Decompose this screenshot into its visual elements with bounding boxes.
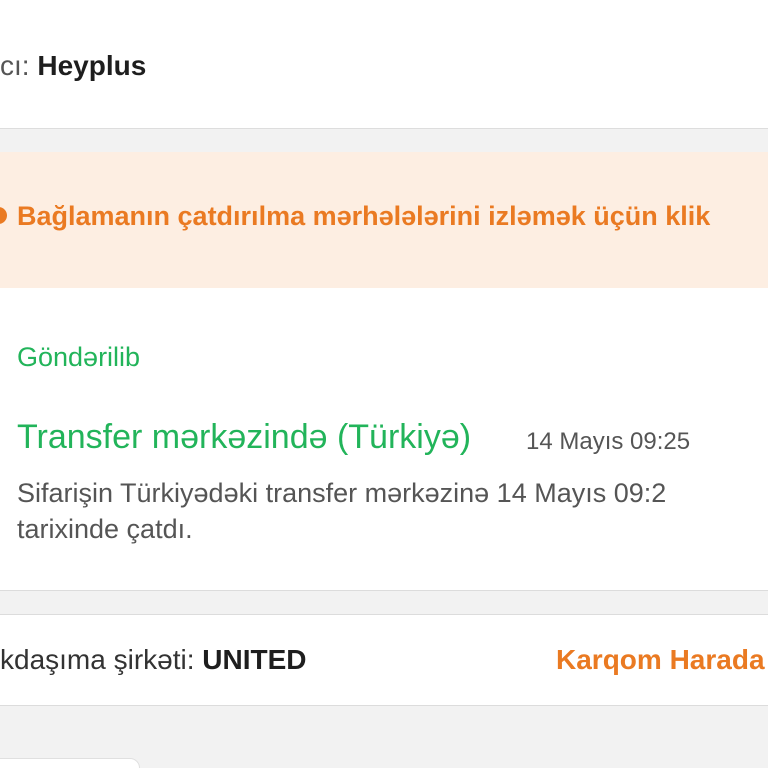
carrier-name: UNITED [202, 644, 307, 675]
event-time: 14 Mayıs 09:25 [526, 428, 691, 455]
seller-label: cı: [0, 50, 30, 81]
track-cargo-link[interactable]: Karqom Harada [556, 644, 765, 676]
bottom-card [0, 758, 140, 768]
seller-info: cı: Heyplus [0, 50, 146, 82]
carrier-info: kdaşıma şirkəti: UNITED [0, 644, 307, 676]
seller-name: Heyplus [37, 50, 147, 81]
event-description-line-2: tarixinde çatdı. [17, 514, 193, 544]
status-heading: Göndərilib [17, 342, 141, 372]
event-description-line-1: Sifarişin Türkiyədəki transfer mərkəzinə… [17, 478, 667, 508]
tracking-banner-text[interactable]: Bağlamanın çatdırılma mərhələlərini izlə… [17, 201, 710, 232]
carrier-label: kdaşıma şirkəti: [0, 644, 195, 675]
event-description: Sifarişin Türkiyədəki transfer mərkəzinə… [17, 475, 768, 547]
event-title: Transfer mərkəzində (Türkiyə) [17, 418, 472, 456]
